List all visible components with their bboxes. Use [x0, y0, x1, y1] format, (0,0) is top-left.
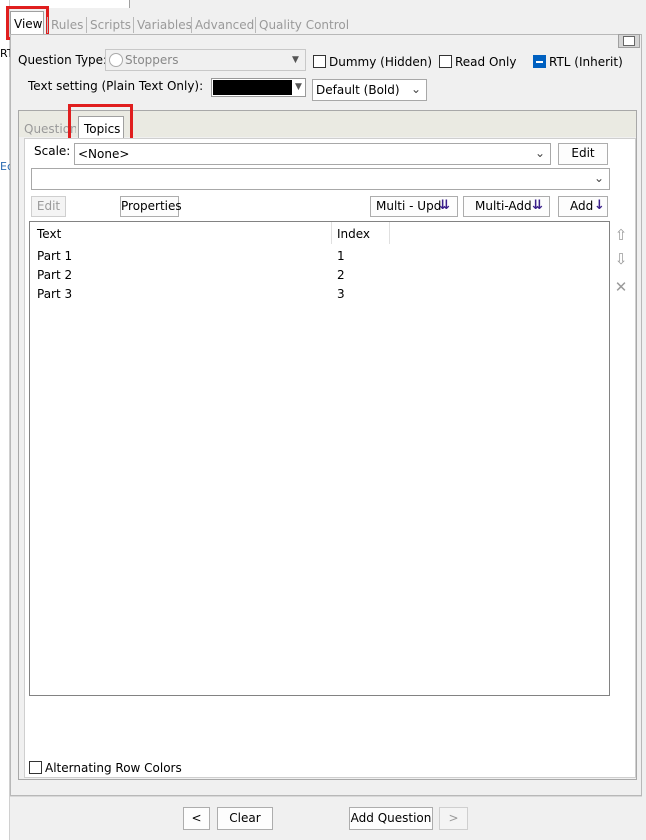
scale-edit-button[interactable]: Edit — [558, 143, 608, 165]
text-setting-label: Text setting (Plain Text Only): — [28, 79, 204, 93]
layout-icon — [623, 36, 635, 46]
double-arrow-down-icon: ⇊ — [439, 198, 450, 213]
row-text: Part 2 — [37, 268, 73, 282]
font-style-value: Default (Bold) — [316, 83, 400, 97]
double-arrow-down-icon: ⇊ — [532, 198, 543, 213]
delete-topic-button[interactable]: ✕ — [612, 278, 630, 296]
multi-add-button[interactable]: Multi-Add ⇊ — [463, 196, 550, 217]
dummy-label: Dummy (Hidden) — [329, 55, 433, 69]
rtl-label: RTL (Inherit) — [549, 55, 623, 69]
dummy-checkbox[interactable] — [313, 55, 326, 68]
tab-rules[interactable]: Rules — [47, 17, 83, 33]
chevron-down-icon: ▼ — [295, 82, 302, 92]
topics-list[interactable]: Text Index Part 1 1 Part 2 2 Part 3 3 — [29, 221, 610, 696]
scale-label: Scale: — [34, 144, 71, 158]
clear-button[interactable]: Clear — [217, 807, 273, 830]
scale-select[interactable]: <None> ⌄ — [74, 143, 551, 165]
next-button[interactable]: > — [439, 807, 468, 830]
row-text: Part 3 — [37, 287, 73, 301]
add-label: Add — [570, 199, 594, 213]
alternating-rows-checkbox[interactable] — [29, 761, 42, 774]
left-window-strip: RT Ec — [0, 0, 14, 840]
tab-variables[interactable]: Variables — [133, 17, 192, 33]
close-icon: ✕ — [614, 278, 628, 296]
arrow-down-icon: ↓ — [594, 198, 605, 213]
chevron-down-icon: ▼ — [292, 55, 299, 65]
read-only-label: Read Only — [455, 55, 517, 69]
prev-button[interactable]: < — [183, 807, 210, 830]
properties-button[interactable]: Properties — [120, 196, 182, 217]
add-button[interactable]: Add ↓ — [558, 196, 608, 217]
layout-toggle-button[interactable] — [618, 34, 640, 48]
table-row[interactable]: Part 2 2 — [30, 265, 609, 284]
arrow-down-icon: ⇩ — [614, 250, 628, 268]
chevron-down-icon: ⌄ — [594, 171, 605, 185]
footer-bar — [10, 796, 642, 840]
rtl-checkbox[interactable] — [533, 55, 546, 68]
tab-advanced[interactable]: Advanced — [191, 17, 254, 33]
move-down-button[interactable]: ⇩ — [612, 250, 630, 268]
question-type-label: Question Type: — [18, 53, 108, 67]
question-type-value: Stoppers — [125, 53, 179, 67]
move-up-button[interactable]: ⇧ — [612, 226, 630, 244]
add-question-button[interactable]: Add Question — [349, 807, 433, 830]
row-index: 2 — [337, 268, 345, 282]
multi-update-button[interactable]: Multi - Upd ⇊ — [370, 196, 458, 217]
indeterminate-icon — [536, 61, 543, 63]
column-header-text[interactable]: Text — [37, 227, 61, 241]
table-row[interactable]: Part 3 3 — [30, 284, 609, 303]
stopwatch-icon — [109, 53, 123, 67]
multi-update-label: Multi - Upd — [376, 199, 442, 213]
arrow-up-icon: ⇧ — [614, 226, 628, 244]
row-index: 1 — [337, 249, 345, 263]
question-type-select[interactable]: Stoppers ▼ — [105, 49, 306, 71]
scale-value: <None> — [78, 147, 130, 161]
read-only-checkbox[interactable] — [439, 55, 452, 68]
table-row[interactable]: Part 1 1 — [30, 246, 609, 265]
color-swatch — [213, 80, 292, 95]
font-style-select[interactable]: Default (Bold) ⌄ — [312, 79, 427, 101]
edit-topic-button[interactable]: Edit — [31, 196, 66, 217]
row-index: 3 — [337, 287, 345, 301]
tab-quality-control[interactable]: Quality Control — [255, 17, 349, 33]
column-divider — [389, 222, 390, 244]
chevron-down-icon: ⌄ — [535, 146, 546, 160]
tab-scripts[interactable]: Scripts — [86, 17, 131, 33]
topic-filter-select[interactable]: ⌄ — [31, 168, 610, 190]
column-header-index[interactable]: Index — [337, 227, 370, 241]
column-divider — [331, 222, 332, 244]
text-color-picker[interactable]: ▼ — [211, 78, 306, 97]
multi-add-label: Multi-Add — [475, 199, 532, 213]
row-text: Part 1 — [37, 249, 73, 263]
alternating-rows-label: Alternating Row Colors — [45, 761, 182, 775]
chevron-down-icon: ⌄ — [411, 82, 422, 96]
